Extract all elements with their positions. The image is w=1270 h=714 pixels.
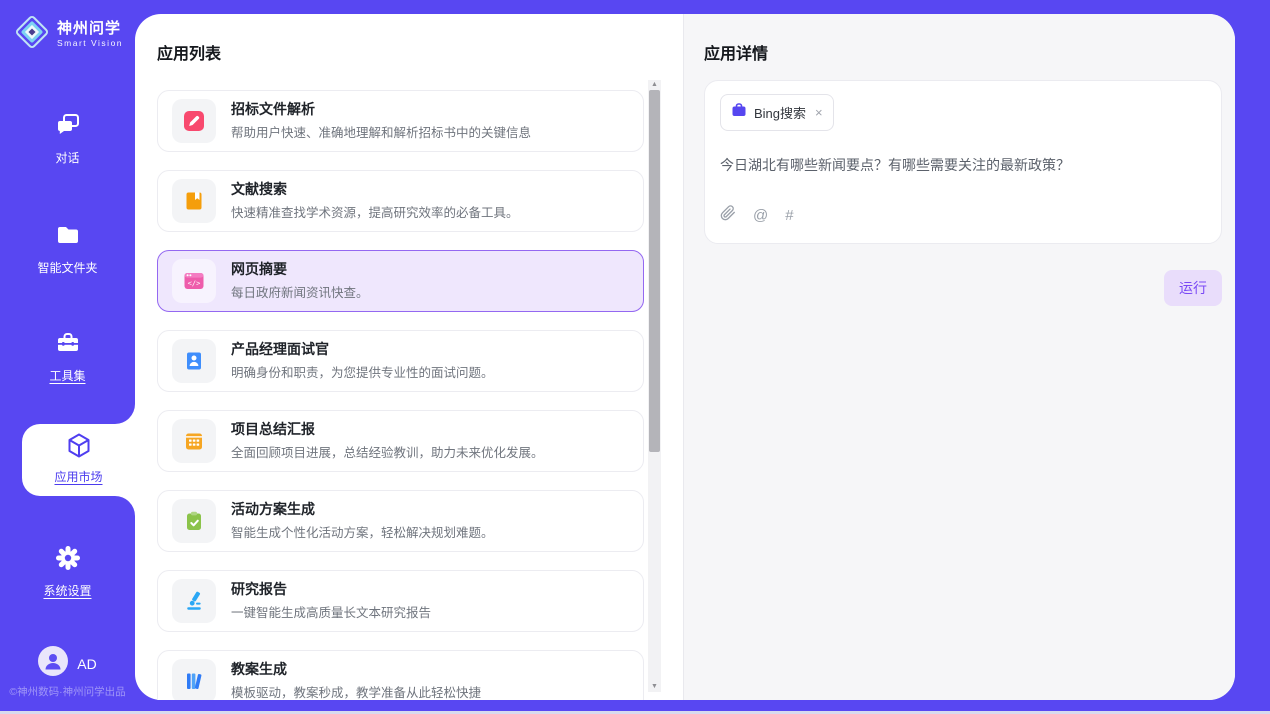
briefcase-icon bbox=[731, 102, 747, 123]
user-avatar-icon bbox=[38, 646, 68, 681]
gear-icon bbox=[55, 545, 81, 576]
app-card-literature-search[interactable]: 文献搜索 快速精准查找学术资源，提高研究效率的必备工具。 bbox=[157, 170, 644, 232]
folder-icon bbox=[55, 222, 81, 253]
sidebar: 神州问学 Smart Vision 对话 智能文件夹 bbox=[0, 0, 135, 714]
app-card-title: 活动方案生成 bbox=[231, 501, 494, 519]
paperclip-icon[interactable] bbox=[720, 205, 736, 226]
run-row: 运行 bbox=[704, 270, 1222, 306]
brand-subtitle: Smart Vision bbox=[57, 38, 123, 48]
app-card-title: 教案生成 bbox=[231, 661, 481, 679]
app-card-research-report[interactable]: 研究报告 一键智能生成高质量长文本研究报告 bbox=[157, 570, 644, 632]
app-list-panel: 应用列表 招标文件解析 帮助用户快速、准确地理解和解析招标书中的关键信息 bbox=[135, 14, 683, 700]
sidebar-item-label: 应用市场 bbox=[54, 468, 102, 485]
scroll-up-icon[interactable]: ▲ bbox=[648, 80, 661, 90]
app-detail-title: 应用详情 bbox=[704, 40, 1222, 64]
active-tab-bottom-curve bbox=[115, 496, 135, 516]
scrollbar-thumb[interactable] bbox=[649, 90, 660, 452]
app-card-project-summary[interactable]: 项目总结汇报 全面回顾项目进展，总结经验教训，助力未来优化发展。 bbox=[157, 410, 644, 472]
app-list-title: 应用列表 bbox=[157, 40, 683, 64]
input-toolbar: @ # bbox=[720, 205, 1206, 226]
sidebar-item-label: 对话 bbox=[55, 149, 79, 166]
brand-logo: 神州问学 Smart Vision bbox=[14, 14, 123, 55]
sidebar-item-label: 工具集 bbox=[49, 367, 85, 384]
app-card-desc: 明确身份和职责，为您提供专业性的面试问题。 bbox=[231, 362, 494, 381]
sidebar-item-label: 系统设置 bbox=[43, 582, 91, 599]
sidebar-item-chat[interactable]: 对话 bbox=[0, 112, 135, 166]
cube-icon bbox=[64, 431, 94, 466]
scroll-down-icon[interactable]: ▼ bbox=[648, 682, 661, 692]
copyright-footer: ©神州数码·神州问学出品 bbox=[0, 684, 135, 699]
active-tab-top-curve bbox=[115, 404, 135, 424]
app-card-desc: 一键智能生成高质量长文本研究报告 bbox=[231, 602, 431, 621]
main-content: 应用列表 招标文件解析 帮助用户快速、准确地理解和解析招标书中的关键信息 bbox=[135, 14, 1235, 700]
summary-calendar-icon bbox=[172, 419, 216, 463]
app-card-title: 项目总结汇报 bbox=[231, 421, 544, 439]
tool-tag-bing-search[interactable]: Bing搜索 × bbox=[720, 94, 834, 131]
hash-icon[interactable]: # bbox=[785, 207, 793, 224]
webpage-code-icon: </> bbox=[172, 259, 216, 303]
app-card-desc: 快速精准查找学术资源，提高研究效率的必备工具。 bbox=[231, 202, 519, 221]
app-card-title: 网页摘要 bbox=[231, 261, 369, 279]
books-icon bbox=[172, 659, 216, 700]
run-button[interactable]: 运行 bbox=[1164, 270, 1222, 306]
book-icon bbox=[172, 179, 216, 223]
app-card-event-plan[interactable]: 活动方案生成 智能生成个性化活动方案，轻松解决规划难题。 bbox=[157, 490, 644, 552]
app-card-pm-interviewer[interactable]: 产品经理面试官 明确身份和职责，为您提供专业性的面试问题。 bbox=[157, 330, 644, 392]
query-input[interactable]: 今日湖北有哪些新闻要点？有哪些需要关注的最新政策？ bbox=[720, 155, 1206, 176]
sidebar-item-app-market-active[interactable]: 应用市场 bbox=[22, 424, 135, 496]
mention-icon[interactable]: @ bbox=[753, 207, 768, 224]
app-detail-panel: 应用详情 Bing搜索 × 今日湖北有哪些新闻要点？有哪些需要关注的最新政策？ bbox=[683, 14, 1235, 700]
tool-tag-label: Bing搜索 bbox=[754, 103, 806, 122]
prompt-input-card[interactable]: Bing搜索 × 今日湖北有哪些新闻要点？有哪些需要关注的最新政策？ @ # bbox=[704, 80, 1222, 244]
tender-edit-icon bbox=[172, 99, 216, 143]
app-list-scrollbar[interactable]: ▲ ▼ bbox=[648, 80, 661, 692]
interview-icon bbox=[172, 339, 216, 383]
brand-diamond-icon bbox=[14, 14, 50, 55]
app-card-desc: 智能生成个性化活动方案，轻松解决规划难题。 bbox=[231, 522, 494, 541]
app-card-title: 产品经理面试官 bbox=[231, 341, 494, 359]
app-card-tender-parse[interactable]: 招标文件解析 帮助用户快速、准确地理解和解析招标书中的关键信息 bbox=[157, 90, 644, 152]
app-card-lesson-plan[interactable]: 教案生成 模板驱动，教案秒成，教学准备从此轻松快捷 bbox=[157, 650, 644, 700]
app-card-list: 招标文件解析 帮助用户快速、准确地理解和解析招标书中的关键信息 文献搜索 快速精… bbox=[157, 90, 644, 700]
app-card-desc: 全面回顾项目进展，总结经验教训，助力未来优化发展。 bbox=[231, 442, 544, 461]
chat-icon bbox=[55, 112, 81, 143]
svg-text:</>: </> bbox=[188, 280, 201, 288]
app-card-title: 研究报告 bbox=[231, 581, 431, 599]
sidebar-item-settings[interactable]: 系统设置 bbox=[0, 545, 135, 599]
app-card-webpage-summary-selected[interactable]: </> 网页摘要 每日政府新闻资讯快查。 bbox=[157, 250, 644, 312]
microscope-icon bbox=[172, 579, 216, 623]
sidebar-item-smart-folder[interactable]: 智能文件夹 bbox=[0, 222, 135, 276]
app-card-title: 文献搜索 bbox=[231, 181, 519, 199]
app-card-desc: 模板驱动，教案秒成，教学准备从此轻松快捷 bbox=[231, 682, 481, 700]
app-card-desc: 帮助用户快速、准确地理解和解析招标书中的关键信息 bbox=[231, 122, 531, 141]
sidebar-item-toolset[interactable]: 工具集 bbox=[0, 330, 135, 384]
tag-close-icon[interactable]: × bbox=[815, 105, 823, 120]
user-name: AD bbox=[77, 656, 96, 672]
user-account[interactable]: AD bbox=[0, 646, 135, 681]
sidebar-item-label: 智能文件夹 bbox=[37, 259, 97, 276]
app-card-desc: 每日政府新闻资讯快查。 bbox=[231, 282, 369, 301]
clipboard-check-icon bbox=[172, 499, 216, 543]
toolbox-icon bbox=[55, 330, 81, 361]
app-card-title: 招标文件解析 bbox=[231, 101, 531, 119]
brand-name: 神州问学 bbox=[57, 21, 123, 38]
